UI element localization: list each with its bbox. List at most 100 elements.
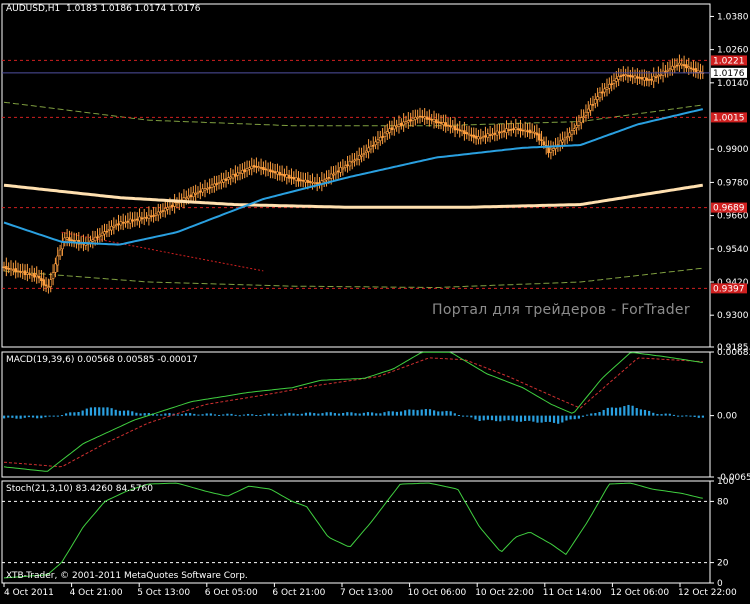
candle-body: [273, 171, 277, 174]
candle-body: [470, 134, 473, 137]
macd-histogram-bar: [81, 410, 84, 416]
candle-body: [114, 224, 118, 227]
macd-histogram-bar: [441, 411, 444, 416]
candle-body: [650, 78, 653, 81]
candle-body: [220, 180, 223, 184]
candle-body: [593, 98, 597, 104]
macd-histogram-bar: [511, 415, 514, 421]
candle-body: [276, 171, 279, 175]
macd-histogram-bar: [118, 410, 121, 416]
candle-body: [341, 167, 345, 170]
candle-body: [374, 141, 377, 146]
candle-body: [2, 266, 6, 269]
candle-body: [110, 226, 113, 231]
candle-body: [603, 88, 606, 93]
macd-histogram-bar: [681, 415, 684, 417]
candle-body: [477, 136, 480, 140]
time-axis-label: 7 Oct 13:00: [340, 588, 393, 598]
candle-body: [521, 129, 525, 132]
macd-histogram-bar: [205, 413, 208, 416]
macd-histogram-bar: [246, 413, 250, 416]
candle-body: [93, 236, 97, 241]
candle-body: [192, 192, 195, 198]
candle-body: [572, 128, 576, 131]
candle-body: [416, 116, 419, 119]
candle-body: [126, 220, 130, 223]
macd-histogram-bar: [164, 413, 167, 416]
macd-histogram-bar: [503, 415, 506, 421]
macd-histogram-bar: [610, 407, 614, 416]
macd-histogram-bar: [342, 412, 345, 416]
macd-histogram-bar: [155, 414, 159, 416]
candle-body: [234, 173, 237, 177]
candle-body: [16, 270, 20, 272]
candle-body: [96, 236, 99, 239]
candle-body: [474, 135, 478, 139]
macd-histogram-bar: [337, 413, 341, 416]
candle-body: [145, 216, 148, 219]
candle-body: [5, 266, 8, 270]
macd-histogram-bar: [594, 413, 597, 416]
candle-body: [537, 133, 541, 141]
candle-body: [362, 153, 366, 155]
candle-body: [692, 68, 695, 71]
candle-body: [119, 221, 123, 226]
candle-body: [245, 168, 249, 172]
candle-body: [484, 135, 487, 138]
macd-histogram-bar: [234, 414, 237, 416]
candle-body: [327, 177, 331, 179]
candle-body: [100, 232, 104, 236]
candle-body: [23, 270, 27, 276]
candle-body: [287, 174, 291, 179]
macd-histogram-bar: [565, 415, 568, 421]
candle-body: [229, 176, 232, 179]
candle-body: [65, 237, 69, 240]
macd-histogram-bar: [619, 407, 622, 416]
candle-body: [435, 119, 438, 124]
candle-body: [458, 129, 462, 132]
macd-histogram-bar: [685, 415, 688, 417]
candle-body: [400, 122, 403, 126]
candle-body: [304, 179, 307, 183]
candle-body: [671, 65, 674, 70]
macd-histogram-bar: [581, 415, 585, 417]
macd-histogram-bar: [557, 415, 560, 424]
candle-body: [248, 167, 251, 170]
main-chart-header: AUDUSD,H1 1.0183 1.0186 1.0174 1.0176: [6, 4, 201, 14]
candle-body: [103, 231, 106, 235]
price-axis-label: 0.9540: [717, 245, 749, 255]
macd-histogram-bar: [251, 414, 254, 416]
candle-body: [241, 170, 244, 174]
candle-body: [678, 62, 681, 66]
chart-canvas[interactable]: 1.03801.02601.01400.99000.97800.96600.95…: [0, 0, 750, 600]
candle-body: [301, 179, 305, 182]
candle-body: [495, 130, 499, 136]
candle-body: [49, 279, 53, 287]
macd-histogram-bar: [197, 414, 200, 416]
macd-histogram-bar: [300, 413, 303, 416]
candle-body: [152, 215, 155, 217]
macd-histogram-bar: [267, 413, 270, 416]
chart-window: 1.0380 1.0260 1.0140 0.9900 0.9780 0.9660 0.95…: [0, 0, 750, 600]
macd-histogram-bar: [586, 414, 589, 416]
macd-histogram-bar: [672, 414, 676, 416]
candle-body: [612, 80, 616, 84]
candle-body: [353, 159, 356, 162]
macd-histogram-bar: [552, 415, 556, 423]
candle-body: [61, 241, 64, 250]
macd-histogram-bar: [569, 415, 572, 420]
candle-body: [680, 63, 684, 66]
candle-body: [142, 217, 146, 220]
macd-histogram-bar: [213, 414, 217, 416]
candle-body: [626, 75, 630, 77]
macd-histogram-bar: [180, 414, 184, 416]
candle-body: [227, 177, 230, 180]
candle-body: [206, 188, 209, 190]
candle-body: [430, 118, 433, 121]
macd-histogram-bar: [226, 413, 229, 416]
candle-body: [563, 137, 567, 141]
time-axis-label: 6 Oct 05:00: [205, 588, 258, 598]
candle-body: [439, 121, 443, 124]
candle-body: [540, 139, 543, 142]
candle-body: [491, 133, 494, 136]
